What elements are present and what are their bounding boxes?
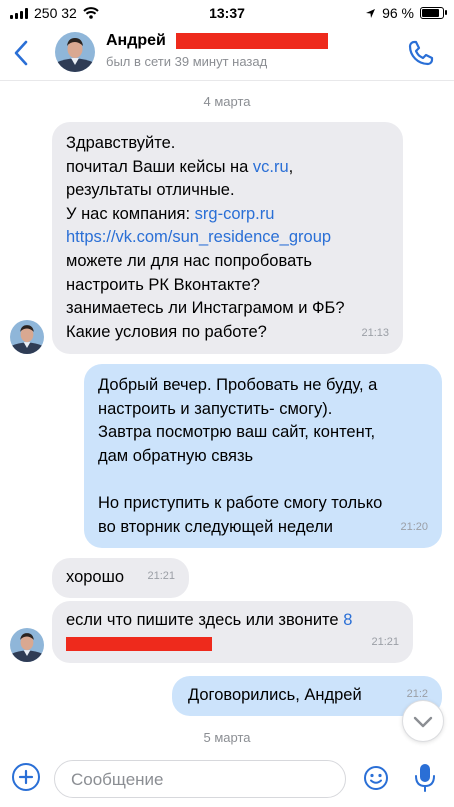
message-line: если что пишите здесь или звоните 8 bbox=[66, 611, 353, 629]
status-bar: 250 32 13:37 96 % bbox=[0, 0, 454, 26]
message-line: можете ли для нас попробовать bbox=[66, 251, 313, 270]
message-link[interactable]: https://vk.com/sun_residence_group bbox=[66, 226, 389, 250]
message-line: настроить РК Вконтакте? bbox=[66, 275, 260, 294]
location-arrow-icon bbox=[366, 8, 376, 18]
message-line: Добрый вечер. Пробовать не буду, а bbox=[98, 376, 378, 394]
avatar[interactable] bbox=[10, 628, 44, 662]
message-line: Но приступить к работе смогу только bbox=[98, 493, 383, 512]
back-chevron-icon[interactable] bbox=[10, 38, 34, 68]
message-incoming[interactable]: Здравствуйте. почитал Ваши кейсы на vc.r… bbox=[52, 122, 403, 354]
message-link[interactable]: vc.ru bbox=[253, 158, 289, 176]
phone-number-link[interactable]: 8 bbox=[343, 611, 352, 629]
attach-button[interactable] bbox=[12, 763, 40, 791]
emoji-icon[interactable] bbox=[362, 764, 390, 792]
redacted-phone bbox=[66, 636, 212, 651]
message-line bbox=[66, 633, 399, 659]
message-line: во вторник следующей недели bbox=[98, 517, 333, 536]
date-separator: 5 марта bbox=[203, 730, 251, 745]
message-link[interactable]: srg-corp.ru bbox=[195, 205, 275, 223]
message-line: настроить и запустить- смогу). bbox=[98, 399, 333, 418]
contact-first-name: Андрей bbox=[106, 32, 166, 49]
message-line: дам обратную связь bbox=[98, 446, 254, 465]
avatar[interactable] bbox=[55, 32, 95, 72]
microphone-icon[interactable] bbox=[414, 762, 436, 794]
message-time: 21:21 bbox=[147, 570, 175, 583]
message-line bbox=[98, 468, 428, 492]
chat-header: Андрей был в сети 39 минут назад bbox=[0, 26, 454, 81]
message-line: почитал Ваши кейсы на vc.ru, bbox=[66, 157, 294, 176]
message-line: У нас компания: srg-corp.ru bbox=[66, 204, 275, 223]
message-time: 21:20 bbox=[400, 521, 428, 534]
message-line: результаты отличные. bbox=[66, 181, 235, 200]
message-composer bbox=[0, 752, 454, 807]
status-right: 96 % bbox=[365, 5, 447, 21]
message-time: 21:13 bbox=[361, 327, 389, 340]
message-time: 21:21 bbox=[371, 636, 399, 649]
battery-icon bbox=[420, 7, 447, 19]
message-line: занимаетесь ли Инстаграмом и ФБ? bbox=[66, 299, 345, 318]
message-text: Договорились, Андрей bbox=[188, 686, 362, 704]
message-line: Какие условия по работе? bbox=[66, 322, 267, 341]
message-text: хорошо bbox=[66, 568, 125, 586]
message-field[interactable] bbox=[54, 760, 346, 798]
battery-percent: 96 % bbox=[382, 5, 414, 21]
contact-name[interactable]: Андрей bbox=[106, 32, 328, 50]
phone-icon[interactable] bbox=[406, 38, 436, 68]
date-separator: 4 марта bbox=[203, 94, 251, 109]
message-line: Здравствуйте. bbox=[66, 134, 176, 152]
plus-icon bbox=[18, 769, 34, 785]
message-incoming[interactable]: хорошо 21:21 bbox=[52, 558, 189, 598]
message-outgoing[interactable]: Договорились, Андрей 21:2 bbox=[172, 676, 442, 716]
message-incoming[interactable]: если что пишите здесь или звоните 8 21:2… bbox=[52, 601, 413, 663]
avatar[interactable] bbox=[10, 320, 44, 354]
redacted-surname bbox=[175, 33, 328, 49]
message-outgoing[interactable]: Добрый вечер. Пробовать не буду, а настр… bbox=[84, 364, 442, 548]
message-line: Завтра посмотрю ваш сайт, контент, bbox=[98, 423, 376, 442]
last-seen-status: был в сети 39 минут назад bbox=[106, 54, 268, 69]
message-input[interactable] bbox=[69, 769, 323, 791]
